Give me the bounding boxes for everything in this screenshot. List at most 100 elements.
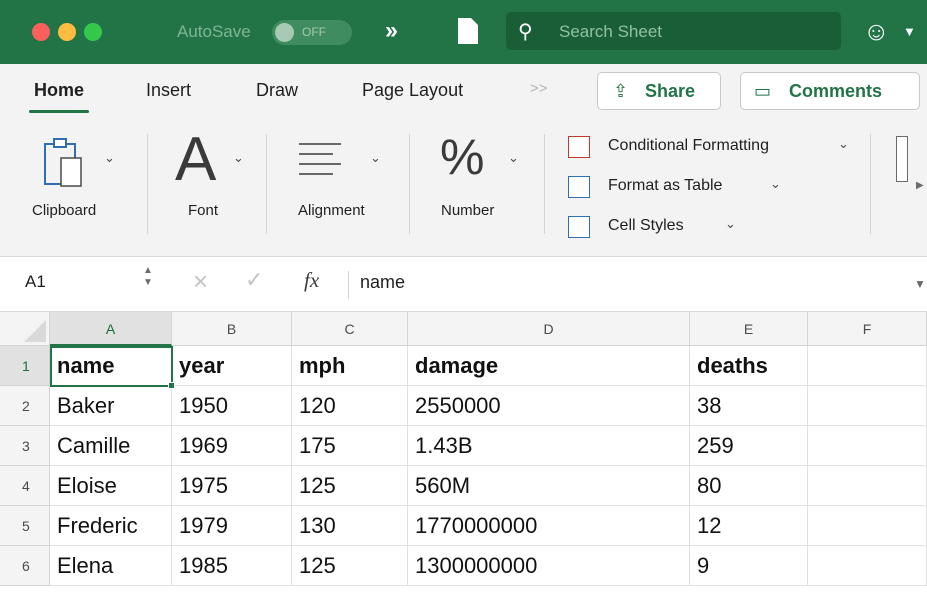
zoom-window-button[interactable] [84, 23, 102, 41]
table-cell[interactable]: 560M [408, 466, 690, 506]
table-cell[interactable]: 1.43B [408, 426, 690, 466]
table-cell[interactable]: 1950 [172, 386, 292, 426]
tab-page-layout[interactable]: Page Layout [362, 80, 463, 101]
autosave-label: AutoSave [177, 22, 251, 41]
formula-bar: A1 ▲ ▼ × ✓ fx name ▼ [0, 257, 927, 312]
confirm-edit-icon[interactable]: ✓ [245, 267, 263, 293]
table-cell[interactable]: 1770000000 [408, 506, 690, 546]
table-cell[interactable]: 12 [690, 506, 808, 546]
column-header-d[interactable]: D [408, 312, 690, 346]
select-all-corner[interactable] [0, 312, 50, 346]
tab-insert[interactable]: Insert [146, 80, 191, 101]
table-cell[interactable]: damage [408, 346, 690, 386]
expand-formula-bar-icon[interactable]: ▼ [914, 277, 926, 291]
table-cell[interactable] [808, 346, 927, 386]
row-header[interactable]: 6 [0, 546, 50, 586]
table-cell[interactable]: 1985 [172, 546, 292, 586]
table-cell[interactable]: mph [292, 346, 408, 386]
group-label-clipboard: Clipboard [32, 202, 97, 219]
toggle-knob [275, 23, 294, 42]
clipboard-icon[interactable] [43, 136, 89, 188]
smiley-feedback-icon[interactable]: ☺ [863, 16, 890, 47]
cell-styles-icon [568, 216, 590, 238]
divider [147, 134, 148, 234]
table-cell[interactable]: 130 [292, 506, 408, 546]
column-header-b[interactable]: B [172, 312, 292, 346]
autosave-state: OFF [302, 25, 326, 39]
table-cell[interactable]: 259 [690, 426, 808, 466]
row-header[interactable]: 4 [0, 466, 50, 506]
table-cell[interactable]: 1979 [172, 506, 292, 546]
table-cell[interactable] [808, 386, 927, 426]
table-cell[interactable]: year [172, 346, 292, 386]
group-label-alignment: Alignment [298, 202, 365, 219]
row-header[interactable]: 1 [0, 346, 50, 386]
fill-handle[interactable] [168, 382, 175, 389]
column-header-a[interactable]: A [50, 312, 172, 346]
table-cell[interactable]: 9 [690, 546, 808, 586]
ribbon-scroll-right-icon[interactable]: ▶ [916, 180, 924, 191]
name-box[interactable]: A1 [25, 272, 46, 292]
table-cell[interactable]: 38 [690, 386, 808, 426]
table-cell[interactable]: 1969 [172, 426, 292, 466]
formula-input[interactable]: name [360, 272, 405, 293]
row-header[interactable]: 5 [0, 506, 50, 546]
table-cell[interactable] [808, 426, 927, 466]
cells-group-icon[interactable] [896, 136, 908, 182]
close-window-button[interactable] [32, 23, 50, 41]
table-cell[interactable]: Camille [50, 426, 172, 466]
column-header-e[interactable]: E [690, 312, 808, 346]
table-cell[interactable]: Elena [50, 546, 172, 586]
divider [870, 134, 871, 234]
font-letter-a-icon[interactable]: A [175, 124, 216, 195]
number-chevron-icon[interactable]: ⌄ [508, 150, 519, 166]
minimize-window-button[interactable] [58, 23, 76, 41]
format-as-table-label: Format as Table [608, 177, 723, 194]
table-cell[interactable]: Baker [50, 386, 172, 426]
document-icon[interactable] [458, 18, 478, 44]
table-cell[interactable]: 1975 [172, 466, 292, 506]
divider [409, 134, 410, 234]
alignment-chevron-icon[interactable]: ⌄ [370, 150, 381, 166]
table-cell[interactable]: 120 [292, 386, 408, 426]
ribbon-home: ⌄ Clipboard A ⌄ Font ⌄ Alignment % ⌄ Num… [0, 124, 927, 257]
tab-home[interactable]: Home [34, 80, 84, 101]
comments-label: Comments [789, 81, 883, 101]
cell-styles-label: Cell Styles [608, 217, 684, 234]
table-cell[interactable]: 80 [690, 466, 808, 506]
table-cell[interactable] [808, 506, 927, 546]
table-cell[interactable]: 2550000 [408, 386, 690, 426]
table-cell[interactable]: deaths [690, 346, 808, 386]
share-button[interactable]: ⇪ Share [597, 72, 721, 110]
clipboard-chevron-icon[interactable]: ⌄ [104, 150, 115, 166]
align-lines-icon[interactable] [297, 140, 343, 182]
table-cell[interactable] [808, 466, 927, 506]
chevron-down-icon: ⌄ [838, 136, 849, 151]
cancel-edit-icon[interactable]: × [193, 266, 208, 297]
table-cell[interactable]: Eloise [50, 466, 172, 506]
divider [266, 134, 267, 234]
more-tabs-icon[interactable]: >> [530, 80, 548, 97]
search-sheet-box[interactable]: ⚲ Search Sheet [506, 12, 841, 50]
row-header[interactable]: 3 [0, 426, 50, 466]
table-cell[interactable]: 175 [292, 426, 408, 466]
autosave-toggle[interactable]: OFF [272, 20, 352, 45]
table-cell[interactable]: 125 [292, 466, 408, 506]
insert-function-icon[interactable]: fx [304, 268, 319, 293]
table-cell[interactable]: 1300000000 [408, 546, 690, 586]
row-header[interactable]: 2 [0, 386, 50, 426]
column-header-c[interactable]: C [292, 312, 408, 346]
title-bar: AutoSave OFF ›› ⚲ Search Sheet ☺ ▼ [0, 0, 927, 64]
table-cell[interactable]: 125 [292, 546, 408, 586]
name-box-stepper-icon[interactable]: ▲ ▼ [143, 265, 153, 289]
tab-draw[interactable]: Draw [256, 80, 298, 101]
chevron-down-icon[interactable]: ▼ [903, 24, 916, 39]
font-chevron-icon[interactable]: ⌄ [233, 150, 244, 166]
column-header-f[interactable]: F [808, 312, 927, 346]
comments-button[interactable]: ▭ Comments [740, 72, 920, 110]
table-cell[interactable] [808, 546, 927, 586]
more-commands-icon[interactable]: ›› [385, 17, 398, 45]
group-label-font: Font [188, 202, 219, 219]
table-cell[interactable]: Frederic [50, 506, 172, 546]
percent-icon[interactable]: % [440, 128, 484, 186]
